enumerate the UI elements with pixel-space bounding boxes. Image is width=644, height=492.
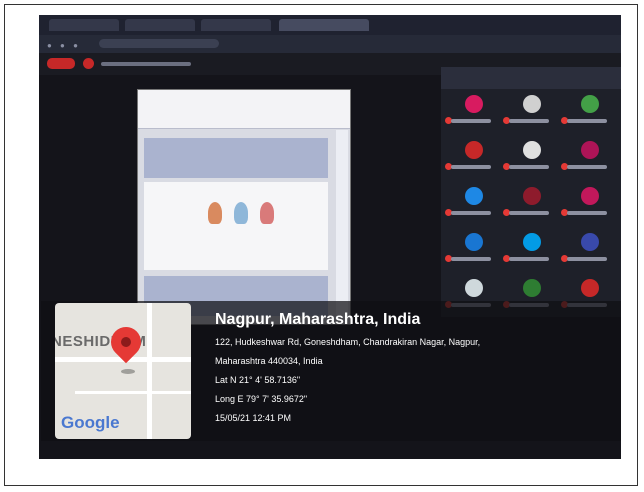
participant-tile[interactable] — [445, 93, 497, 127]
shared-slide-canvas — [144, 182, 328, 270]
nav-buttons-icon[interactable]: ● ● ● — [47, 41, 81, 50]
figure-icon — [234, 202, 248, 224]
participant-name — [451, 119, 491, 123]
avatar — [465, 233, 483, 251]
shared-screen — [137, 89, 351, 325]
avatar — [581, 233, 599, 251]
figure-icon — [260, 202, 274, 224]
participant-name — [567, 211, 607, 215]
participant-name — [509, 257, 549, 261]
address-line: 122, Hudkeshwar Rd, Goneshdham, Chandrak… — [215, 337, 481, 347]
participant-grid — [441, 67, 621, 317]
participant-tile[interactable] — [561, 93, 613, 127]
url-field[interactable] — [99, 39, 219, 48]
participant-tile[interactable] — [561, 231, 613, 265]
participant-name — [509, 165, 549, 169]
avatar — [523, 279, 541, 297]
participant-tile[interactable] — [561, 139, 613, 173]
google-logo: Google — [61, 413, 120, 432]
avatar — [581, 187, 599, 205]
shared-app-toolbar — [138, 90, 350, 129]
shared-slide-band — [144, 138, 328, 178]
participant-tile[interactable] — [445, 185, 497, 219]
figure-icon — [208, 202, 222, 224]
geotag-info: Nagpur, Maharashtra, India 122, Hudkeshw… — [215, 311, 480, 428]
participant-tile[interactable] — [445, 231, 497, 265]
avatar — [581, 279, 599, 297]
pin-shadow — [121, 369, 135, 374]
avatar — [465, 141, 483, 159]
participant-name — [451, 211, 491, 215]
avatar — [523, 187, 541, 205]
map-road — [75, 391, 191, 394]
participant-tile[interactable] — [503, 93, 555, 127]
recording-indicator — [47, 58, 75, 69]
avatar — [523, 233, 541, 251]
participant-name — [567, 257, 607, 261]
presenting-label — [101, 62, 191, 66]
participant-name — [567, 119, 607, 123]
participant-tile[interactable] — [503, 231, 555, 265]
avatar — [465, 95, 483, 113]
location-title: Nagpur, Maharashtra, India — [215, 311, 421, 328]
browser-tab[interactable] — [201, 19, 271, 31]
browser-tab[interactable] — [125, 19, 195, 31]
participant-grid-header — [441, 67, 621, 89]
shared-app-sidebar — [336, 130, 348, 318]
avatar — [523, 95, 541, 113]
avatar — [581, 141, 599, 159]
avatar — [465, 187, 483, 205]
browser-tab[interactable] — [49, 19, 119, 31]
meeting-photo: ● ● ● NESHIDHAM Google Nagpur, Maharasht… — [39, 15, 621, 459]
avatar — [581, 95, 599, 113]
browser-tab-bar — [39, 15, 621, 35]
participant-tile[interactable] — [561, 185, 613, 219]
browser-tab-active[interactable] — [279, 19, 369, 31]
participant-name — [567, 165, 607, 169]
location-map: NESHIDHAM Google — [55, 303, 191, 439]
longitude: Long E 79° 7' 35.9672" — [215, 394, 308, 404]
participant-name — [451, 165, 491, 169]
address-line: Maharashtra 440034, India — [215, 356, 323, 366]
address-bar: ● ● ● — [39, 35, 621, 53]
geotag-overlay: NESHIDHAM Google Nagpur, Maharashtra, In… — [41, 301, 621, 441]
participant-tile[interactable] — [445, 139, 497, 173]
participant-name — [509, 211, 549, 215]
presenting-icon — [83, 58, 94, 69]
timestamp: 15/05/21 12:41 PM — [215, 413, 292, 423]
avatar — [523, 141, 541, 159]
participant-name — [451, 257, 491, 261]
participant-tile[interactable] — [503, 139, 555, 173]
map-road — [147, 303, 152, 439]
latitude: Lat N 21° 4' 58.7136" — [215, 375, 301, 385]
avatar — [465, 279, 483, 297]
participant-name — [509, 119, 549, 123]
participant-tile[interactable] — [503, 185, 555, 219]
photo-frame: ● ● ● NESHIDHAM Google Nagpur, Maharasht… — [4, 4, 638, 486]
